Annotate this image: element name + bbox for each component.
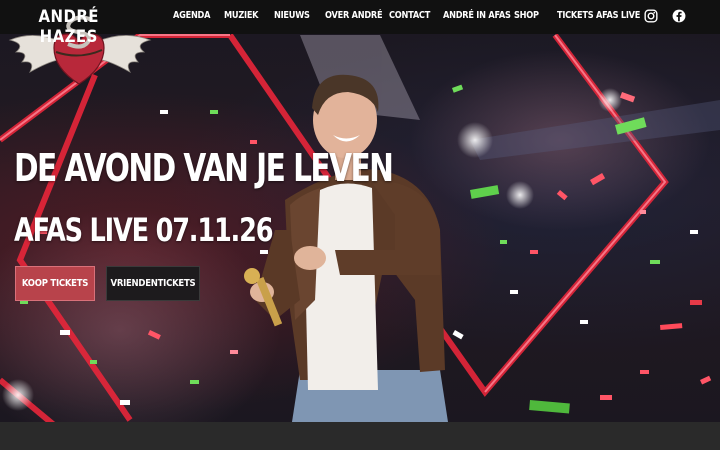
facebook-icon[interactable] xyxy=(672,9,688,25)
nav-item-andre-in-afas[interactable]: ANDRÉ IN AFAS xyxy=(443,10,511,21)
nav-item-nieuws[interactable]: NIEUWS xyxy=(274,10,310,21)
nav-item-agenda[interactable]: AGENDA xyxy=(173,10,210,21)
instagram-icon[interactable] xyxy=(644,9,660,25)
section-divider xyxy=(0,422,720,450)
friends-tickets-label: VRIENDENTICKETS xyxy=(110,278,196,289)
nav-item-shop[interactable]: SHOP xyxy=(514,10,539,21)
hero-subline: AFAS LIVE 07.11.26 xyxy=(14,211,273,249)
site-logo[interactable]: ANDRÉ HAZES xyxy=(4,2,154,96)
friends-tickets-button[interactable]: VRIENDENTICKETS xyxy=(106,266,200,301)
buy-tickets-button[interactable]: KOOP TICKETS xyxy=(15,266,95,301)
nav-item-muziek[interactable]: MUZIEK xyxy=(224,10,259,21)
buy-tickets-label: KOOP TICKETS xyxy=(21,278,89,289)
nav-item-tickets-afas-live[interactable]: TICKETS AFAS LIVE xyxy=(557,10,640,21)
hero-headline: DE AVOND VAN JE LEVEN xyxy=(14,146,394,190)
brand-name: ANDRÉ HAZES xyxy=(38,7,99,47)
nav-item-contact[interactable]: CONTACT xyxy=(389,10,430,21)
nav-item-over-andre[interactable]: OVER ANDRÉ xyxy=(325,10,383,21)
